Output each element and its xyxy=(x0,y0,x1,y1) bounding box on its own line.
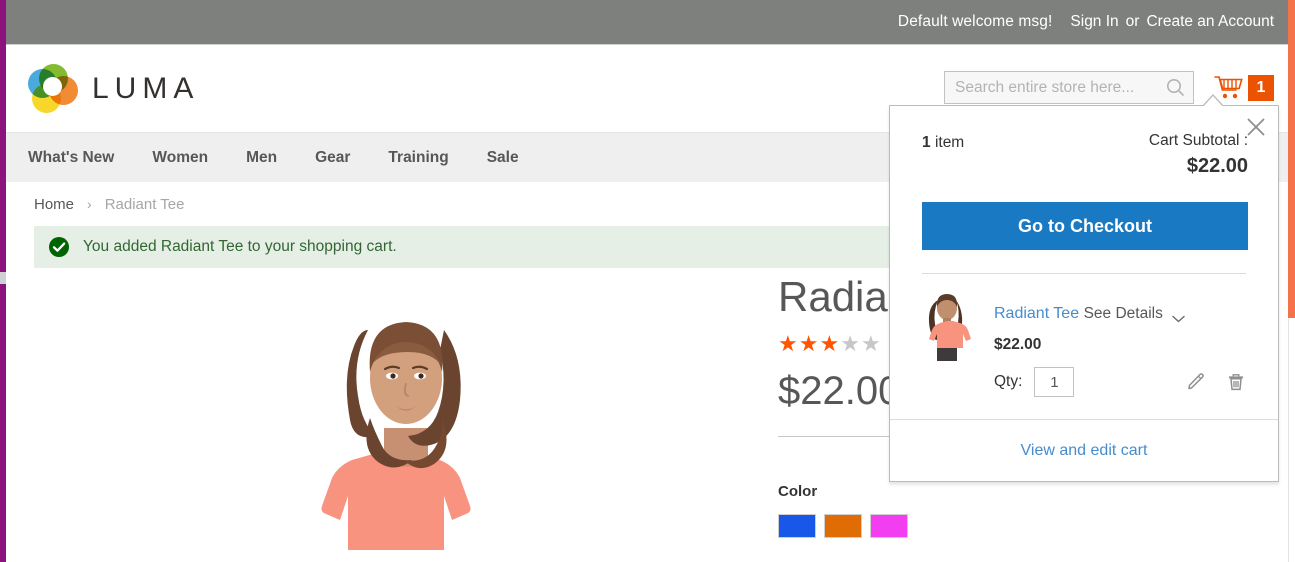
minicart-item-name[interactable]: Radiant Tee xyxy=(994,305,1079,322)
minicart-item-count-word: item xyxy=(934,134,965,151)
luma-logo-icon xyxy=(28,63,78,114)
header-right: 1 xyxy=(944,71,1274,104)
minicart-header: 1 item Cart Subtotal : $22.00 xyxy=(890,106,1278,178)
rating-star-2: ★ xyxy=(798,331,820,357)
minicart-item-count-number: 1 xyxy=(922,134,931,151)
minicart-subtotal-value: $22.00 xyxy=(1186,155,1248,177)
or-separator: or xyxy=(1125,13,1140,30)
color-swatch-blue[interactable] xyxy=(778,514,816,539)
minicart-arrow xyxy=(1202,96,1224,108)
color-swatch-magenta[interactable] xyxy=(870,514,908,539)
logo[interactable]: LUMA xyxy=(28,63,200,114)
success-message-text: You added Radiant Tee to your shopping c… xyxy=(83,238,397,255)
welcome-message: Default welcome msg! xyxy=(897,13,1053,30)
page-left-edge-thumb[interactable] xyxy=(0,272,6,284)
minicart-footer: View and edit cart xyxy=(890,419,1278,481)
rating-star-5: ★ xyxy=(860,331,882,357)
search-input[interactable] xyxy=(945,72,1150,103)
close-icon[interactable] xyxy=(1245,116,1267,138)
minicart-item-thumbnail[interactable] xyxy=(922,292,972,362)
minicart-item-list: Radiant Tee See Details $22.00 Qty: xyxy=(922,273,1246,397)
color-swatch-orange[interactable] xyxy=(824,514,862,539)
color-option-label: Color xyxy=(778,483,818,501)
nav-item-women[interactable]: Women xyxy=(152,149,208,167)
minicart-item-price: $22.00 xyxy=(994,336,1042,353)
logo-text: LUMA xyxy=(92,71,200,105)
browser-viewport: Default welcome msg! Sign In or Create a… xyxy=(0,0,1295,562)
chevron-down-icon xyxy=(1172,310,1185,323)
create-account-link[interactable]: Create an Account xyxy=(1146,13,1274,31)
product-gallery[interactable] xyxy=(6,268,766,550)
breadcrumb-separator-icon: › xyxy=(87,196,92,212)
sign-in-link[interactable]: Sign In xyxy=(1070,13,1118,31)
minicart-item: Radiant Tee See Details $22.00 Qty: xyxy=(922,292,1246,397)
nav-item-men[interactable]: Men xyxy=(246,149,277,167)
cart-item-count-badge: 1 xyxy=(1248,74,1274,101)
nav-item-whats-new[interactable]: What's New xyxy=(28,149,114,167)
check-circle-icon xyxy=(48,236,70,258)
search-icon[interactable] xyxy=(1166,78,1185,97)
vertical-scrollbar-thumb[interactable] xyxy=(1288,0,1295,318)
minicart-item-count: 1 item xyxy=(922,132,964,152)
product-image[interactable] xyxy=(256,268,556,550)
nav-item-sale[interactable]: Sale xyxy=(487,149,519,167)
breadcrumb-current: Radiant Tee xyxy=(104,195,185,213)
rating-star-1: ★ xyxy=(778,331,799,357)
see-details-toggle[interactable]: See Details xyxy=(1084,305,1185,323)
minicart-qty-label: Qty: xyxy=(994,373,1023,390)
minicart-subtotal-label: Cart Subtotal : xyxy=(1148,132,1248,149)
color-swatches xyxy=(778,514,1288,539)
minicart-item-actions xyxy=(1166,372,1246,392)
rating-star-3: ★ xyxy=(819,331,841,357)
view-and-edit-cart-link[interactable]: View and edit cart xyxy=(1021,442,1148,460)
pencil-icon[interactable] xyxy=(1186,372,1206,392)
minicart-subtotal: Cart Subtotal : $22.00 xyxy=(1149,132,1248,178)
top-panel: Default welcome msg! Sign In or Create a… xyxy=(6,0,1288,45)
minicart-qty-input[interactable] xyxy=(1034,367,1075,397)
breadcrumb-home[interactable]: Home xyxy=(34,196,74,213)
minicart-item-details: Radiant Tee See Details $22.00 Qty: xyxy=(994,292,1246,397)
nav-item-gear[interactable]: Gear xyxy=(315,149,350,167)
search-box[interactable] xyxy=(944,71,1194,104)
rating-star-4: ★ xyxy=(840,331,861,357)
go-to-checkout-button[interactable]: Go to Checkout xyxy=(922,202,1248,250)
minicart-qty-row: Qty: xyxy=(994,367,1246,397)
minicart-dropdown: 1 item Cart Subtotal : $22.00 Go to Chec… xyxy=(889,94,1279,482)
see-details-label: See Details xyxy=(1083,305,1163,322)
trash-icon[interactable] xyxy=(1226,372,1246,392)
nav-item-training[interactable]: Training xyxy=(388,149,448,167)
